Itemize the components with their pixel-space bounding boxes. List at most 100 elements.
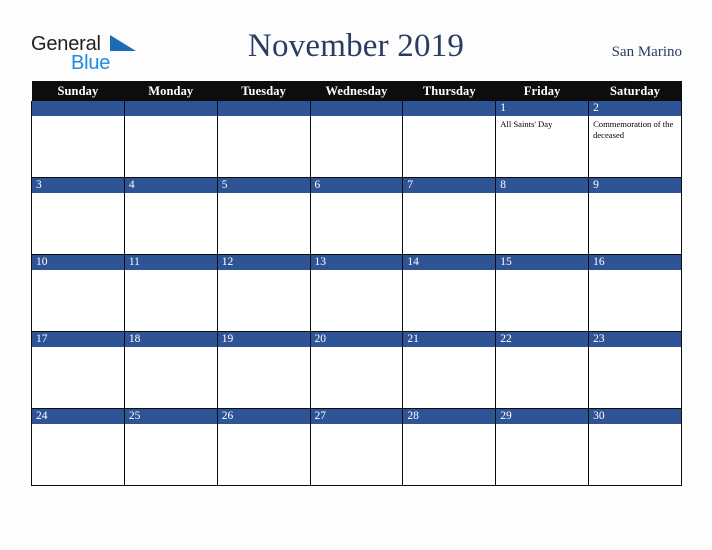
calendar-day-cell[interactable]: 3 [31, 177, 125, 255]
calendar-day-cell[interactable]: 30 [588, 408, 682, 486]
calendar-day-cell[interactable]: 9 [588, 177, 682, 255]
day-number: 3 [32, 178, 124, 193]
day-event-label [125, 116, 217, 119]
day-number: 16 [589, 255, 681, 270]
day-event-label [218, 347, 310, 350]
calendar-day-cell[interactable]: 11 [123, 254, 218, 332]
day-number: 13 [310, 255, 403, 270]
day-cell-inner [310, 101, 403, 177]
calendar-day-cell[interactable]: 5 [216, 177, 311, 255]
calendar-day-cell[interactable]: 16 [588, 254, 682, 332]
day-number: 27 [310, 409, 403, 424]
day-cell-inner: 17 [32, 332, 124, 408]
day-number: 25 [124, 409, 217, 424]
day-cell-inner [32, 101, 124, 177]
day-number: 30 [589, 409, 681, 424]
calendar-day-cell[interactable]: 21 [402, 331, 497, 409]
day-cell-inner: 26 [217, 409, 310, 485]
calendar-day-cell[interactable]: 24 [31, 408, 125, 486]
day-event-label [218, 270, 310, 273]
day-event-label [311, 347, 403, 350]
day-event-label [589, 270, 681, 273]
weekday-header-tuesday: Tuesday [217, 81, 311, 101]
day-event-label [589, 347, 681, 350]
day-event-label [125, 347, 217, 350]
day-number: 20 [310, 332, 403, 347]
day-event-label [32, 116, 124, 119]
day-cell-inner: 28 [403, 409, 496, 485]
calendar-day-cell[interactable] [402, 101, 497, 178]
calendar-day-cell[interactable]: 14 [402, 254, 497, 332]
day-cell-inner: 21 [403, 332, 496, 408]
day-cell-inner: 14 [403, 255, 496, 331]
day-event-label [496, 424, 588, 427]
calendar-day-cell[interactable]: 25 [123, 408, 218, 486]
calendar-day-cell[interactable]: 10 [31, 254, 125, 332]
calendar-day-cell[interactable]: 29 [495, 408, 590, 486]
day-cell-inner: 25 [124, 409, 217, 485]
calendar-day-cell[interactable]: 15 [495, 254, 590, 332]
calendar-day-cell[interactable] [216, 101, 311, 178]
day-event-label [32, 347, 124, 350]
day-cell-inner [124, 101, 217, 177]
day-event-label [496, 193, 588, 196]
calendar-day-cell[interactable]: 20 [309, 331, 404, 409]
day-cell-inner: 1 All Saints' Day [496, 101, 589, 177]
calendar-week-row: 1 All Saints' Day 2 Commemoration of the de… [31, 101, 682, 178]
day-cell-inner: 22 [496, 332, 589, 408]
day-event-label [311, 116, 403, 119]
calendar-day-cell[interactable]: 8 [495, 177, 590, 255]
calendar-day-cell[interactable]: 4 [123, 177, 218, 255]
day-cell-inner: 30 [589, 409, 681, 485]
day-cell-inner: 15 [496, 255, 589, 331]
calendar-week-row: 3456789 [31, 177, 682, 255]
calendar-body: 1 All Saints' Day 2 Commemoration of the de… [31, 101, 682, 486]
day-cell-inner: 19 [217, 332, 310, 408]
weekday-header-friday: Friday [495, 81, 589, 101]
calendar-day-cell[interactable]: 6 [309, 177, 404, 255]
calendar-day-cell[interactable]: 19 [216, 331, 311, 409]
page-header: General Blue November 2019 San Marino [0, 0, 712, 80]
day-cell-inner [217, 101, 310, 177]
calendar-day-cell[interactable]: 2 Commemoration of the deceased [588, 101, 682, 178]
day-number: 6 [310, 178, 403, 193]
day-number: 28 [403, 409, 496, 424]
day-number: 29 [496, 409, 589, 424]
day-cell-inner: 5 [217, 178, 310, 254]
calendar-day-cell[interactable]: 12 [216, 254, 311, 332]
weekday-header-sunday: Sunday [31, 81, 125, 101]
day-number: 18 [124, 332, 217, 347]
calendar-day-cell[interactable]: 13 [309, 254, 404, 332]
day-number: 7 [403, 178, 496, 193]
day-cell-inner: 16 [589, 255, 681, 331]
day-number [32, 101, 124, 116]
calendar-day-cell[interactable]: 26 [216, 408, 311, 486]
day-number: 2 [589, 101, 681, 116]
calendar-day-cell[interactable]: 23 [588, 331, 682, 409]
calendar-day-cell[interactable]: 18 [123, 331, 218, 409]
calendar-day-cell[interactable]: 1 All Saints' Day [495, 101, 590, 178]
day-event-label [218, 193, 310, 196]
day-event-label: Commemoration of the deceased [593, 119, 674, 140]
calendar-day-cell[interactable]: 22 [495, 331, 590, 409]
calendar-day-cell[interactable]: 28 [402, 408, 497, 486]
location-label: San Marino [611, 44, 682, 60]
day-cell-inner: 10 [32, 255, 124, 331]
day-cell-inner: 2 Commemoration of the deceased [589, 101, 681, 177]
day-event-label [218, 116, 310, 119]
calendar-day-cell[interactable]: 17 [31, 331, 125, 409]
calendar-day-cell[interactable]: 7 [402, 177, 497, 255]
day-event-label [589, 193, 681, 196]
calendar-page: General Blue November 2019 San Marino Su… [0, 0, 712, 550]
day-event-label: All Saints' Day [500, 119, 553, 129]
calendar-day-cell[interactable]: 27 [309, 408, 404, 486]
day-cell-inner: 13 [310, 255, 403, 331]
day-event-label [311, 270, 403, 273]
day-number: 21 [403, 332, 496, 347]
calendar-day-cell[interactable] [31, 101, 125, 178]
day-number: 15 [496, 255, 589, 270]
calendar-day-cell[interactable] [123, 101, 218, 178]
day-event-label [32, 270, 124, 273]
calendar-day-cell[interactable] [309, 101, 404, 178]
day-cell-inner: 27 [310, 409, 403, 485]
